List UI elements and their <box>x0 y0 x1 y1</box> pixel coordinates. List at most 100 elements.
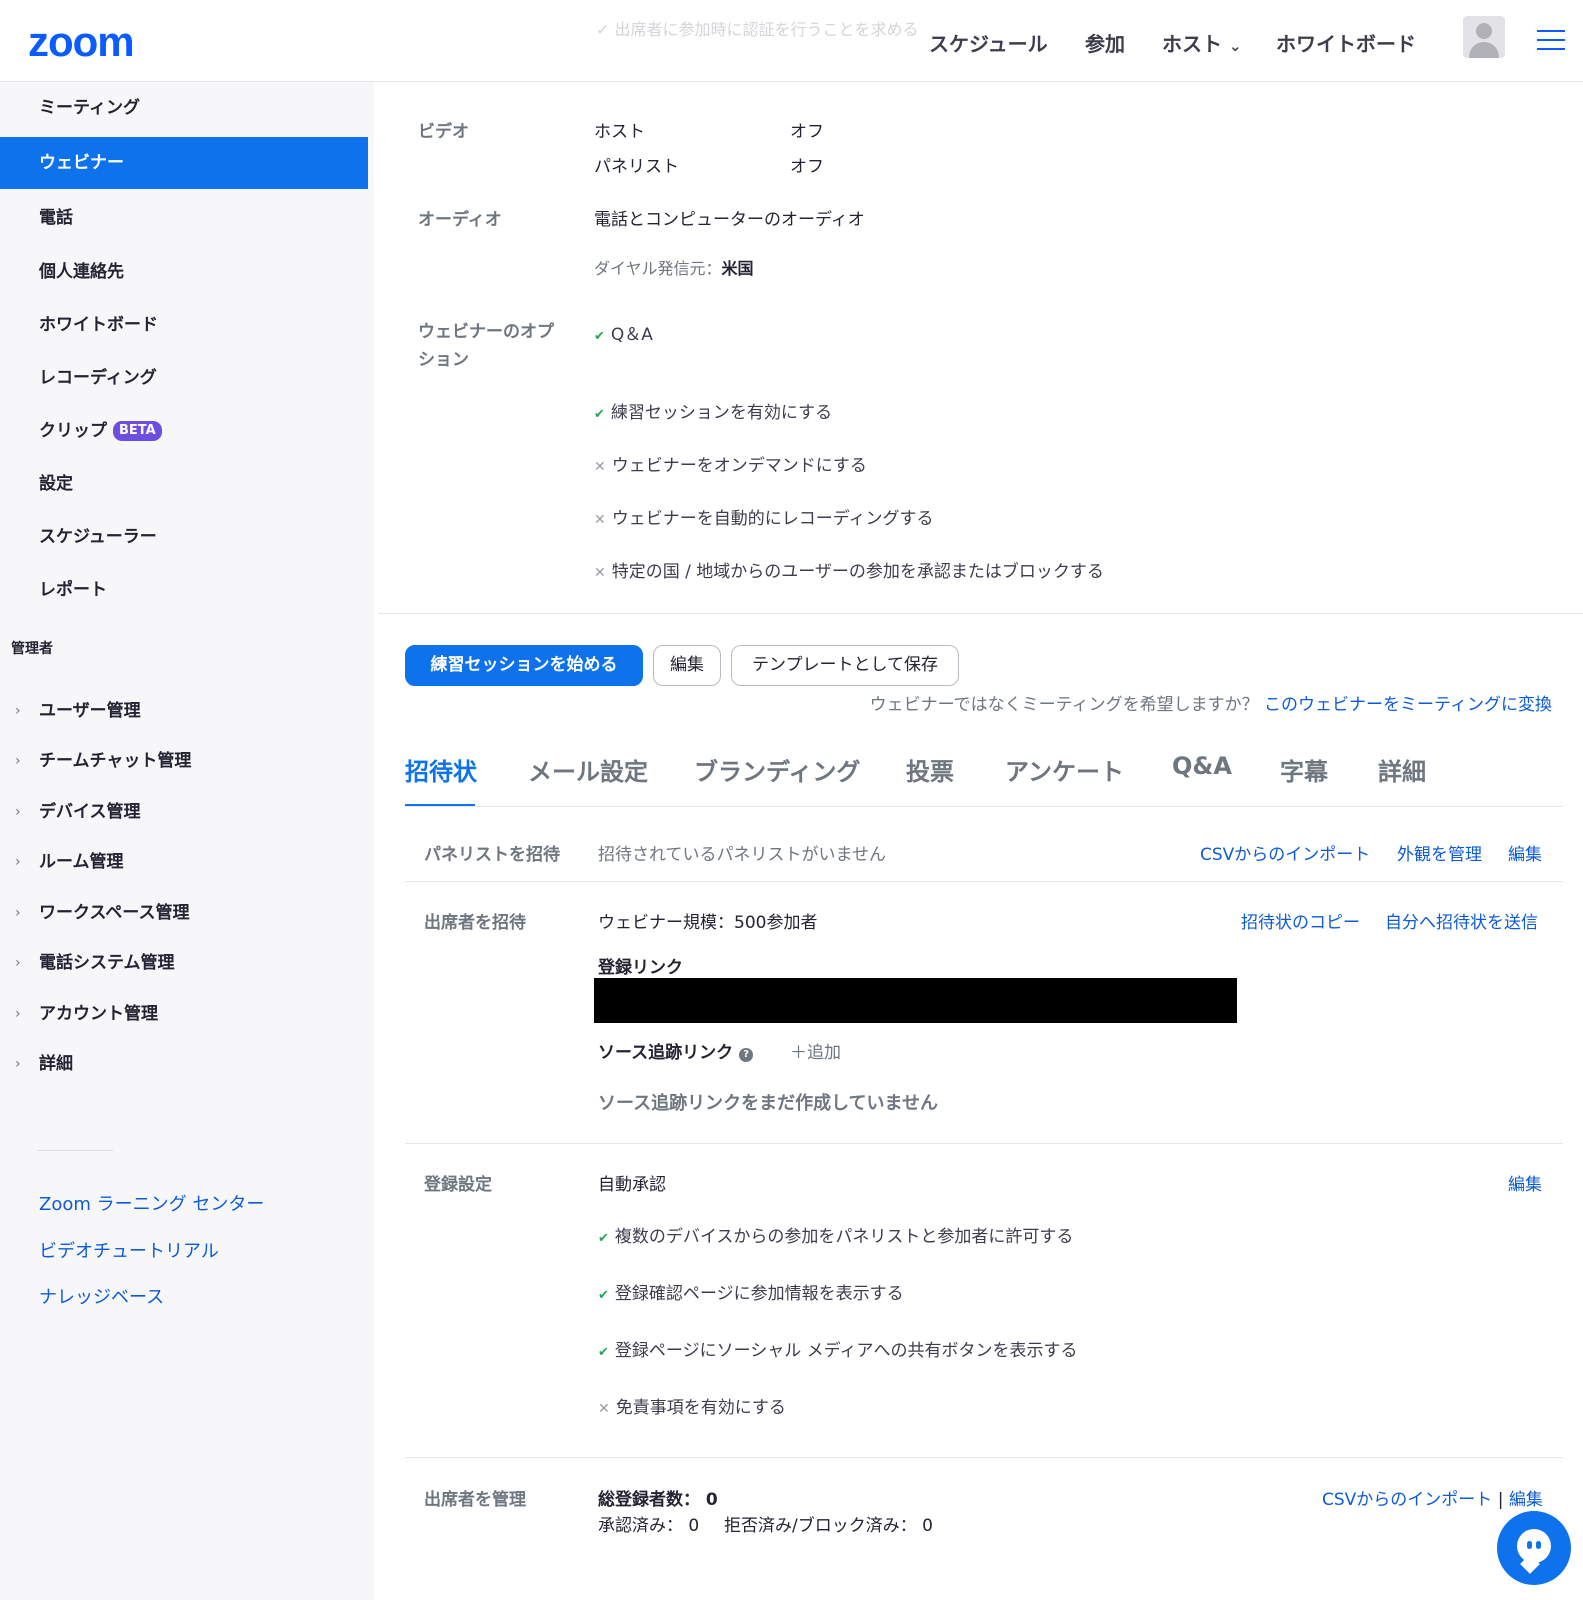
attendees-label: 出席者を招待 <box>424 913 526 933</box>
sidebar-item-settings[interactable]: 設定 <box>0 458 368 510</box>
sidebar-item-recordings[interactable]: レコーディング <box>0 352 368 404</box>
admin-item-team-chat[interactable]: › チームチャット管理 <box>0 737 368 785</box>
tab-captions[interactable]: 字幕 <box>1280 752 1328 787</box>
link-video-tutorials[interactable]: ビデオチュートリアル <box>39 1237 219 1263</box>
option-text: 登録確認ページに参加情報を表示する <box>614 1284 904 1304</box>
manage-label: 出席者を管理 <box>424 1490 526 1510</box>
sidebar-item-scheduler[interactable]: スケジューラー <box>0 511 368 563</box>
admin-item-room[interactable]: › ルーム管理 <box>0 838 368 886</box>
option-text: 登録ページにソーシャル メディアへの共有ボタンを表示する <box>614 1341 1078 1361</box>
video-panelist-value: オフ <box>790 157 824 177</box>
convert-prompt: ウェビナーではなくミーティングを希望しますか？ このウェビナーをミーティングに変… <box>870 690 1552 715</box>
add-source-link[interactable]: ＋追加 <box>790 1038 841 1063</box>
sidebar-item-contacts[interactable]: 個人連絡先 <box>0 246 368 298</box>
sidebar-item-clips[interactable]: クリップ BETA <box>0 405 368 457</box>
cross-icon: ✕ <box>594 459 606 475</box>
convert-question: ウェビナーではなくミーティングを希望しますか？ <box>869 695 1259 715</box>
copy-invitation-link[interactable]: 招待状のコピー <box>1241 908 1360 933</box>
video-host-value: オフ <box>790 122 824 142</box>
avatar-body <box>1469 42 1499 58</box>
check-icon: ✔ <box>598 1231 609 1246</box>
chevron-right-icon: › <box>15 1006 21 1022</box>
tab-polls[interactable]: 投票 <box>906 752 954 787</box>
option-practice: ✔ 練習セッションを有効にする <box>594 398 832 423</box>
help-icon[interactable]: ? <box>739 1048 754 1062</box>
reg-option-multi-device: ✔ 複数のデバイスからの参加をパネリストと参加者に許可する <box>598 1222 1073 1247</box>
rejected-count: 拒否済み/ブロック済み： 0 <box>724 1516 933 1536</box>
registration-link-label: 登録リンク <box>598 958 683 978</box>
sidebar-item-phone[interactable]: 電話 <box>0 192 368 244</box>
admin-item-label: 電話システム管理 <box>39 953 175 973</box>
tab-email-settings[interactable]: メール設定 <box>528 752 648 787</box>
nav-join[interactable]: 参加 <box>1085 28 1125 57</box>
check-icon: ✔ <box>594 329 605 344</box>
admin-item-device[interactable]: › デバイス管理 <box>0 788 368 836</box>
panelists-csv-import-link[interactable]: CSVからのインポート <box>1200 840 1370 865</box>
sidebar-item-reports[interactable]: レポート <box>0 564 368 616</box>
link-learning-center[interactable]: Zoom ラーニング センター <box>39 1190 264 1216</box>
admin-item-label: アカウント管理 <box>39 1004 158 1024</box>
save-template-button[interactable]: テンプレートとして保存 <box>731 645 959 686</box>
chevron-right-icon: › <box>15 1056 21 1072</box>
admin-item-phone-system[interactable]: › 電話システム管理 <box>0 939 368 987</box>
panelists-edit-link[interactable]: 編集 <box>1508 840 1542 865</box>
option-text: 複数のデバイスからの参加をパネリストと参加者に許可する <box>614 1227 1074 1247</box>
hamburger-menu-icon[interactable] <box>1537 30 1565 50</box>
sidebar-divider <box>37 1150 113 1151</box>
admin-item-advanced[interactable]: › 詳細 <box>0 1040 368 1088</box>
avatar-head <box>1476 23 1492 39</box>
start-practice-button[interactable]: 練習セッションを始める <box>405 645 643 686</box>
tab-qa[interactable]: Q&A <box>1172 752 1232 780</box>
manage-csv-import[interactable]: CSVからのインポート <box>1322 1490 1492 1510</box>
nav-whiteboard[interactable]: ホワイトボード <box>1276 28 1416 57</box>
registration-label: 登録設定 <box>424 1175 492 1195</box>
check-icon: ✔ <box>594 407 605 422</box>
tab-details[interactable]: 詳細 <box>1378 752 1426 787</box>
link-knowledge-base[interactable]: ナレッジベース <box>39 1283 164 1309</box>
tabs-divider <box>405 806 1563 807</box>
nav-schedule[interactable]: スケジュール <box>929 28 1048 57</box>
options-label-line1: ウェビナーのオプ <box>418 322 554 342</box>
send-invitation-link[interactable]: 自分へ招待状を送信 <box>1385 908 1538 933</box>
sidebar-item-meetings[interactable]: ミーティング <box>0 82 368 134</box>
beta-badge: BETA <box>113 421 162 441</box>
sidebar-item-webinars[interactable]: ウェビナー <box>0 137 368 189</box>
chat-support-button[interactable] <box>1497 1511 1571 1585</box>
section-divider <box>378 613 1583 614</box>
check-icon: ✔ <box>598 1288 609 1303</box>
video-label: ビデオ <box>418 122 469 142</box>
tab-branding[interactable]: ブランディング <box>694 752 860 787</box>
dial-in-info: ダイヤル発信元：米国 <box>594 255 754 279</box>
audio-label: オーディオ <box>418 210 502 230</box>
admin-item-label: ルーム管理 <box>39 852 124 872</box>
chevron-right-icon: › <box>15 703 21 719</box>
admin-item-label: ワークスペース管理 <box>39 903 190 923</box>
chevron-right-icon: › <box>15 955 21 971</box>
dial-in-country: 米国 <box>721 259 754 278</box>
edit-button[interactable]: 編集 <box>653 645 721 686</box>
total-registrants: 総登録者数： 0 <box>598 1490 718 1510</box>
admin-item-label: デバイス管理 <box>39 802 141 822</box>
admin-item-workspace[interactable]: › ワークスペース管理 <box>0 889 368 937</box>
nav-host[interactable]: ホスト ⌄ <box>1162 28 1242 57</box>
convert-link[interactable]: このウェビナーをミーティングに変換 <box>1264 695 1552 715</box>
admin-item-user-management[interactable]: › ユーザー管理 <box>0 687 368 735</box>
option-text: 免責事項を有効にする <box>615 1398 786 1418</box>
admin-item-label: ユーザー管理 <box>39 701 141 721</box>
registration-edit-link[interactable]: 編集 <box>1508 1170 1542 1195</box>
tab-survey[interactable]: アンケート <box>1005 752 1124 787</box>
reg-option-disclaimer: ✕ 免責事項を有効にする <box>598 1393 786 1418</box>
admin-item-account[interactable]: › アカウント管理 <box>0 990 368 1038</box>
manage-edit-link[interactable]: 編集 <box>1509 1490 1543 1510</box>
avatar[interactable] <box>1463 16 1505 58</box>
zoom-logo[interactable]: zoom <box>28 18 135 66</box>
link-separator: | <box>1497 1490 1504 1510</box>
reg-option-show-join-info: ✔ 登録確認ページに参加情報を表示する <box>598 1279 904 1304</box>
chevron-right-icon: › <box>15 753 21 769</box>
panelists-manage-appearance-link[interactable]: 外観を管理 <box>1397 840 1482 865</box>
chat-eye <box>1527 1541 1532 1549</box>
sidebar-item-whiteboard[interactable]: ホワイトボード <box>0 299 368 351</box>
reg-option-social-share: ✔ 登録ページにソーシャル メディアへの共有ボタンを表示する <box>598 1336 1077 1361</box>
tab-invitation[interactable]: 招待状 <box>405 752 477 787</box>
top-bar: zoom ✓ 出席者に参加時に認証を行うことを求める スケジュール 参加 ホスト… <box>0 0 1583 82</box>
